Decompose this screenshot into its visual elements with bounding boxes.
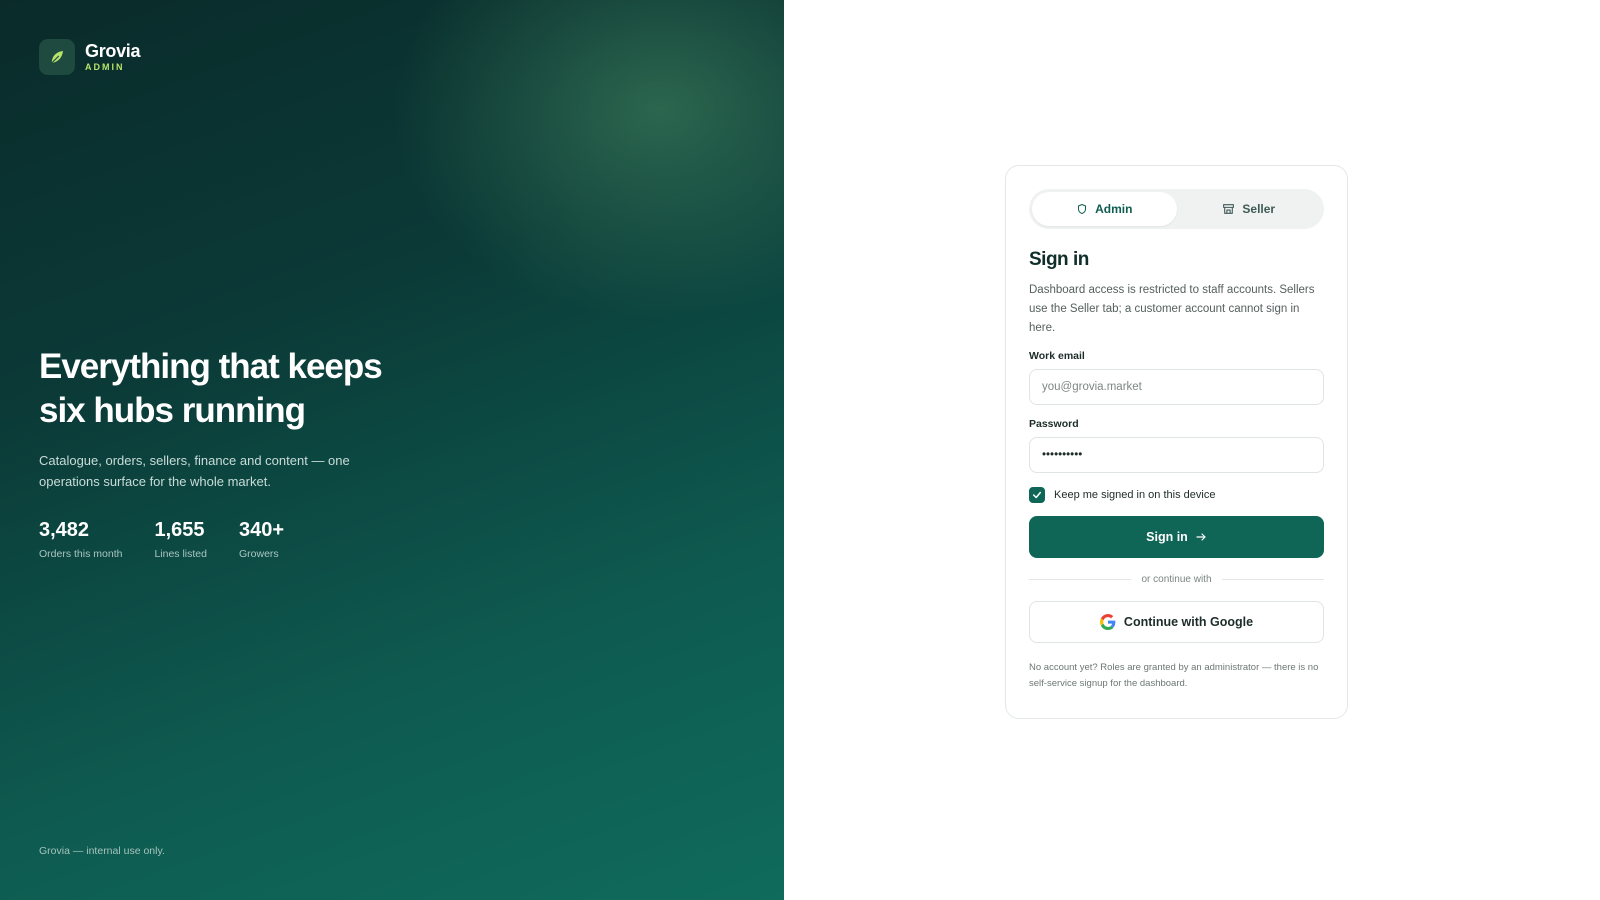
signup-note: No account yet? Roles are granted by an …	[1029, 662, 1319, 689]
hero-title-line2: six hubs running	[39, 391, 306, 430]
login-page: Grovia ADMIN Everything that keeps six h…	[0, 0, 1600, 900]
stat-value: 340+	[238, 519, 285, 541]
brand-text: Grovia ADMIN	[85, 41, 141, 73]
google-button-label: Continue with Google	[1123, 615, 1254, 629]
divider: or continue with	[1029, 574, 1325, 585]
role-tabs: Admin Seller	[1029, 189, 1324, 229]
email-field[interactable]	[1029, 369, 1324, 405]
remember-label: Keep me signed in on this device	[1054, 489, 1216, 501]
hero-copy: Everything that keeps six hubs running C…	[39, 345, 419, 560]
tab-admin-label: Admin	[1095, 202, 1133, 216]
hero-panel: Grovia ADMIN Everything that keeps six h…	[0, 0, 784, 900]
leaf-icon	[39, 39, 75, 75]
auth-panel: Admin Seller Sign in Dashboard access is…	[784, 0, 1600, 900]
stat-lines: 1,655 Lines listed	[154, 518, 207, 560]
stat-label: Lines listed	[154, 548, 207, 560]
check-icon	[1032, 491, 1042, 499]
tab-seller-label: Seller	[1242, 202, 1276, 216]
brand-name: Grovia	[85, 41, 141, 61]
google-sign-in-button[interactable]: Continue with Google	[1029, 601, 1324, 643]
divider-line	[1221, 579, 1325, 580]
sign-in-title: Sign in	[1029, 249, 1089, 270]
brand-subtitle: ADMIN	[85, 62, 125, 72]
password-field[interactable]	[1029, 437, 1324, 473]
divider-text: or continue with	[1141, 574, 1212, 585]
stat-label: Orders this month	[39, 548, 123, 560]
sign-in-button-label: Sign in	[1146, 530, 1188, 544]
divider-line	[1029, 579, 1132, 580]
google-icon	[1099, 614, 1116, 630]
hero-title-line1: Everything that keeps	[39, 347, 383, 386]
brand: Grovia ADMIN	[39, 39, 141, 75]
shield-icon	[1078, 204, 1087, 214]
stat-growers: 340+ Growers	[239, 518, 284, 560]
stat-value: 1,655	[154, 519, 205, 541]
tab-admin[interactable]: Admin	[1032, 192, 1177, 226]
store-icon	[1223, 204, 1235, 214]
remember-checkbox[interactable]	[1029, 487, 1045, 503]
password-label: Password	[1029, 418, 1079, 430]
remember-me: Keep me signed in on this device	[1029, 487, 1324, 503]
hero-footer: Grovia — internal use only.	[39, 845, 165, 857]
sign-in-button[interactable]: Sign in	[1029, 516, 1324, 558]
tab-seller[interactable]: Seller	[1177, 192, 1322, 226]
stat-orders: 3,482 Orders this month	[39, 518, 122, 560]
sign-in-card: Admin Seller Sign in Dashboard access is…	[1005, 165, 1348, 719]
stat-label: Growers	[238, 548, 279, 560]
stat-value: 3,482	[39, 519, 90, 541]
arrow-right-icon	[1196, 533, 1206, 541]
email-label: Work email	[1029, 350, 1085, 362]
hero-description: Catalogue, orders, sellers, finance and …	[39, 453, 350, 489]
stats: 3,482 Orders this month 1,655 Lines list…	[39, 518, 419, 560]
hero-title: Everything that keeps six hubs running	[39, 345, 419, 433]
sign-in-description: Dashboard access is restricted to staff …	[1029, 284, 1315, 334]
